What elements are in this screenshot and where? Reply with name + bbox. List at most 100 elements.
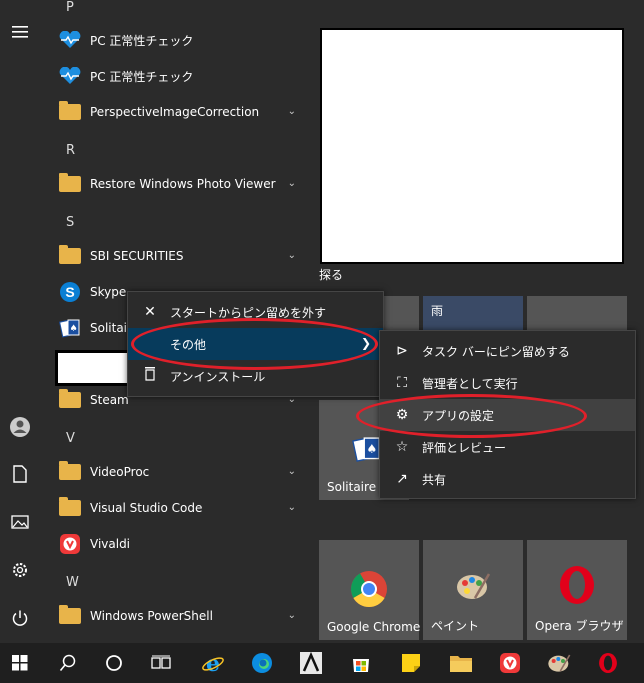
tile-paint[interactable]: ペイント (423, 540, 523, 640)
search-icon[interactable] (54, 649, 82, 677)
trash-icon (136, 367, 164, 385)
weather-label: 雨 (431, 304, 444, 318)
list-item-pc-health-check[interactable]: PC 正常性チェック (58, 61, 308, 91)
list-item-restore-photo-viewer-folder[interactable]: Restore Windows Photo Viewer ⌄ (58, 169, 308, 199)
vivaldi-icon[interactable] (496, 649, 524, 677)
svg-text:♠: ♠ (69, 324, 77, 334)
ink-app-icon[interactable] (297, 649, 325, 677)
picture-icon[interactable] (8, 510, 32, 534)
tile-google-chrome[interactable]: Google Chrome (319, 540, 421, 640)
tile-partial[interactable] (527, 296, 627, 331)
tile-group-title[interactable]: 探る (319, 266, 343, 283)
heart-pulse-icon (58, 64, 82, 88)
chevron-down-icon: ⌄ (287, 106, 296, 117)
list-item-label: Windows PowerShell (90, 609, 213, 623)
folder-icon (58, 388, 82, 412)
folder-icon (58, 604, 82, 628)
user-icon[interactable] (8, 415, 32, 439)
chevron-down-icon: ⌄ (287, 502, 296, 513)
solitaire-cards-icon: ♠ (352, 435, 382, 467)
list-item-sbi-folder[interactable]: SBI SECURITIES ⌄ (58, 241, 308, 271)
store-icon[interactable] (347, 649, 375, 677)
chevron-down-icon: ⌄ (287, 466, 296, 477)
star-icon: ☆ (395, 439, 409, 455)
file-explorer-icon[interactable] (447, 649, 475, 677)
redacted-item (55, 350, 131, 386)
menu-item-pin-to-taskbar[interactable]: ⊳ タスク バーにピン留めする (380, 335, 635, 367)
palette-icon (455, 570, 491, 606)
menu-item-label: 共有 (422, 472, 447, 487)
shield-icon: ⛶ (397, 375, 407, 391)
list-item-powershell-folder[interactable]: Windows PowerShell ⌄ (58, 601, 308, 631)
list-item-label: Solitair (90, 321, 132, 335)
letter-header-r[interactable]: R (66, 143, 75, 158)
internet-explorer-icon[interactable]: e (199, 649, 227, 677)
list-item-videoproc-folder[interactable]: VideoProc ⌄ (58, 457, 308, 487)
vivaldi-icon (58, 532, 82, 556)
tile-label: Google Chrome (327, 620, 421, 634)
list-item-label: PC 正常性チェック (90, 33, 194, 48)
redacted-tile (320, 28, 624, 264)
highlight-ring-app-settings (356, 394, 587, 438)
paint-icon[interactable] (545, 649, 573, 677)
taskbar: e (0, 643, 644, 683)
share-icon: ↗ (396, 471, 408, 487)
list-item-label: SBI SECURITIES (90, 249, 184, 263)
menu-item-label: 管理者として実行 (422, 376, 518, 391)
svg-text:e: e (206, 651, 220, 675)
power-icon[interactable] (8, 606, 32, 630)
tile-opera[interactable]: Opera ブラウザ (527, 540, 627, 640)
cortana-icon[interactable] (100, 649, 128, 677)
chevron-down-icon: ⌄ (287, 250, 296, 261)
start-left-rail (0, 0, 40, 643)
solitaire-cards-icon: ♠ (58, 316, 82, 340)
list-item-label: Visual Studio Code (90, 501, 203, 515)
folder-icon (58, 460, 82, 484)
opera-icon (558, 564, 596, 610)
letter-header-s[interactable]: S (66, 215, 74, 230)
tile-label: Opera ブラウザ (535, 619, 624, 633)
letter-header-w[interactable]: W (66, 575, 79, 590)
tile-weather[interactable]: 雨 (423, 296, 523, 331)
folder-icon (58, 100, 82, 124)
unpin-icon: ✕ (144, 304, 156, 320)
folder-icon (58, 244, 82, 268)
pin-icon: ⊳ (396, 343, 408, 359)
menu-item-label: タスク バーにピン留めする (422, 344, 570, 359)
edge-icon[interactable] (248, 649, 276, 677)
list-item-label: VideoProc (90, 465, 150, 479)
chevron-down-icon: ⌄ (287, 610, 296, 621)
list-item-label: Vivaldi (90, 537, 131, 551)
list-item-label: PC 正常性チェック (90, 69, 194, 84)
chevron-down-icon: ⌄ (287, 178, 296, 189)
menu-item-label: 評価とレビュー (422, 440, 507, 455)
list-item-label: PerspectiveImageCorrection (90, 105, 260, 119)
list-item-vivaldi[interactable]: Vivaldi (58, 529, 308, 559)
task-view-icon[interactable] (147, 649, 175, 677)
svg-text:♠: ♠ (366, 442, 377, 456)
folder-icon (58, 496, 82, 520)
list-item-label: Skype (90, 285, 127, 299)
menu-item-label: アンインストール (170, 369, 266, 384)
gear-icon[interactable] (8, 558, 32, 582)
list-item-perspective-folder[interactable]: PerspectiveImageCorrection ⌄ (58, 97, 308, 127)
sticky-notes-icon[interactable] (397, 649, 425, 677)
windows-start-icon[interactable] (6, 649, 34, 677)
letter-header-p[interactable]: P (66, 0, 74, 15)
list-item-label: Restore Windows Photo Viewer (90, 177, 276, 191)
highlight-ring-more (131, 318, 378, 370)
chrome-icon (350, 570, 388, 612)
document-icon[interactable] (8, 462, 32, 486)
tile-label: Solitaire (327, 480, 377, 494)
hamburger-icon[interactable] (8, 20, 32, 44)
skype-icon: S (58, 280, 82, 304)
letter-header-v[interactable]: V (66, 431, 75, 446)
list-item-vscode-folder[interactable]: Visual Studio Code ⌄ (58, 493, 308, 523)
heart-pulse-icon (58, 28, 82, 52)
menu-item-share[interactable]: ↗ 共有 (380, 463, 635, 495)
svg-text:S: S (65, 284, 74, 300)
list-item-pc-health-check[interactable]: PC 正常性チェック (58, 25, 308, 55)
list-item-label: Steam (90, 393, 129, 407)
opera-icon[interactable] (594, 649, 622, 677)
folder-icon (58, 172, 82, 196)
